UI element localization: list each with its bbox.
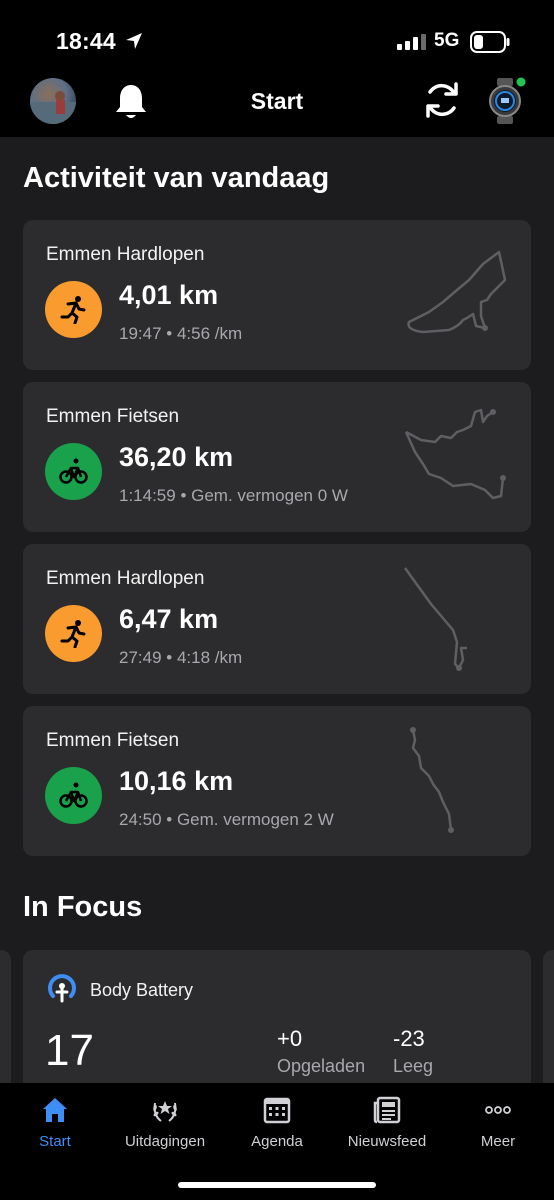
activity-distance: 4,01 km <box>119 280 219 310</box>
page-title: Start <box>250 88 304 114</box>
body-battery-title: Body Battery <box>90 980 194 1000</box>
charged-value: +0 <box>277 1026 303 1051</box>
bike-badge <box>45 767 102 824</box>
activity-meta: 24:50 • Gem. vermogen 2 W <box>119 810 334 829</box>
activity-name: Emmen Fietsen <box>46 730 180 751</box>
activity-name: Emmen Fietsen <box>46 406 180 427</box>
home-indicator[interactable] <box>178 1182 376 1188</box>
newsfeed-icon <box>373 1096 401 1124</box>
run-badge <box>45 605 102 662</box>
run-badge <box>45 281 102 338</box>
tab-nieuwsfeed[interactable]: Nieuwsfeed <box>332 1095 442 1155</box>
tab-start[interactable]: Start <box>0 1095 110 1155</box>
activity-meta: 1:14:59 • Gem. vermogen 0 W <box>119 486 348 505</box>
activity-card[interactable]: Emmen Hardlopen 4,01 km 19:47 • 4:56 /km <box>23 220 531 370</box>
network-type: 5G <box>434 30 460 51</box>
top-bar: 18:44 5G Start <box>0 0 554 137</box>
route-map-thumbnail <box>403 567 467 671</box>
laurel-icon <box>153 1101 177 1122</box>
device-watch-icon[interactable] <box>486 76 526 126</box>
home-icon <box>43 1098 67 1122</box>
activity-card[interactable]: Emmen Hardlopen 6,47 km 27:49 • 4:18 /km <box>23 544 531 694</box>
activity-card[interactable]: Emmen Fietsen 10,16 km 24:50 • Gem. verm… <box>23 706 531 856</box>
activity-name: Emmen Hardlopen <box>46 568 205 589</box>
battery-icon <box>470 31 510 53</box>
location-arrow-icon <box>126 33 142 49</box>
activity-meta: 19:47 • 4:56 /km <box>119 324 243 343</box>
activity-name: Emmen Hardlopen <box>46 244 205 265</box>
drained-label: Leeg <box>393 1056 434 1076</box>
tab-uitdagingen[interactable]: Uitdagingen <box>110 1095 220 1155</box>
activity-meta: 27:49 • 4:18 /km <box>119 648 243 667</box>
more-icon <box>485 1106 511 1114</box>
previous-card-peek[interactable] <box>0 950 11 1100</box>
tab-label: Start <box>39 1133 71 1150</box>
sync-icon[interactable] <box>420 78 464 122</box>
activity-distance: 36,20 km <box>119 442 234 472</box>
tab-label: Nieuwsfeed <box>347 1133 427 1150</box>
body-battery-icon <box>48 974 76 1003</box>
cellular-signal-icon <box>397 34 426 50</box>
tab-agenda[interactable]: Agenda <box>222 1095 332 1155</box>
tab-label: Uitdagingen <box>124 1133 206 1150</box>
bike-badge <box>45 443 102 500</box>
running-icon <box>60 296 86 324</box>
cycling-icon <box>59 782 88 808</box>
running-icon <box>60 620 86 648</box>
route-map-thumbnail <box>407 250 507 334</box>
section-title-focus: In Focus <box>23 891 143 923</box>
cycling-icon <box>59 458 88 484</box>
body-battery-card[interactable]: Body Battery 17 +0 Opgeladen -23 Leeg <box>23 950 531 1100</box>
activity-card[interactable]: Emmen Fietsen 36,20 km 1:14:59 • Gem. ve… <box>23 382 531 532</box>
drained-value: -23 <box>393 1026 425 1051</box>
next-card-peek[interactable] <box>543 950 554 1100</box>
route-map-thumbnail <box>404 408 506 500</box>
charged-label: Opgeladen <box>277 1056 366 1076</box>
body-battery-value: 17 <box>45 1026 94 1075</box>
route-map-thumbnail <box>410 727 454 833</box>
calendar-icon <box>263 1097 291 1124</box>
section-title-today: Activiteit van vandaag <box>23 162 330 194</box>
tab-label: Meer <box>480 1133 516 1150</box>
tab-meer[interactable]: Meer <box>443 1095 553 1155</box>
activity-distance: 10,16 km <box>119 766 234 796</box>
activity-distance: 6,47 km <box>119 604 219 634</box>
tab-label: Agenda <box>251 1133 303 1150</box>
status-time: 18:44 <box>56 28 116 54</box>
